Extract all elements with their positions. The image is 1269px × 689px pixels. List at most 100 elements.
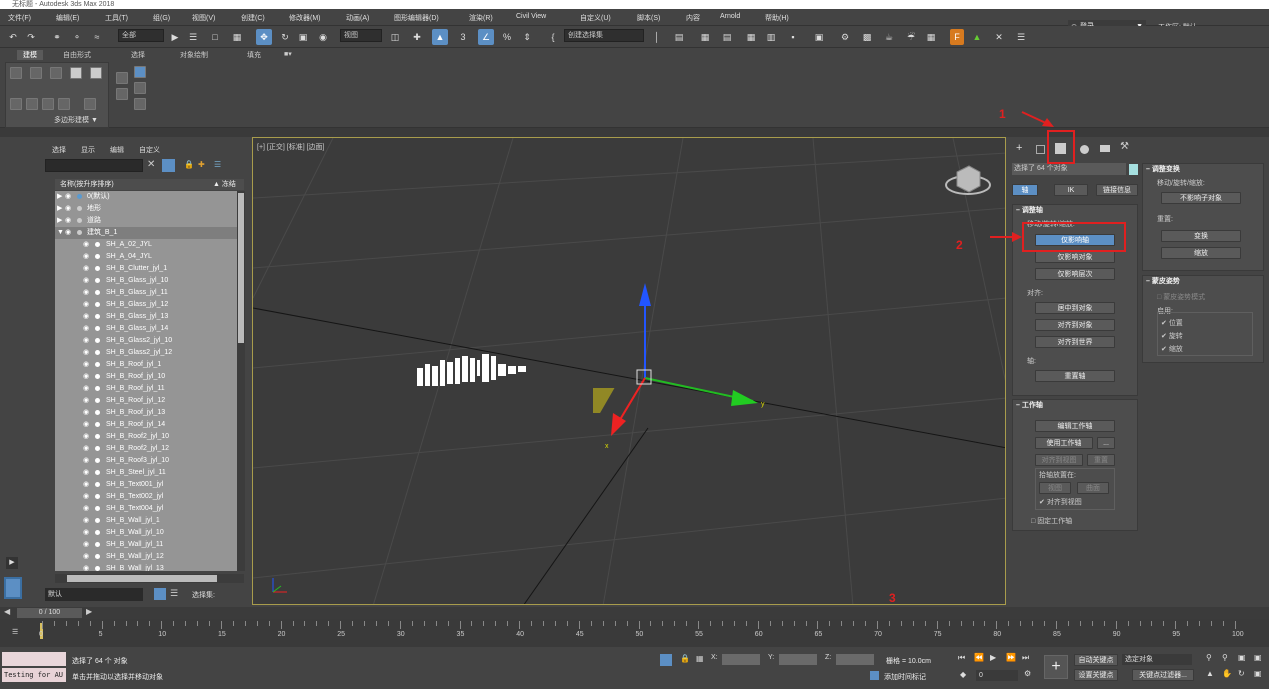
affect-object-only-button[interactable]: 仅影响对象 bbox=[1035, 251, 1115, 263]
use-working-pivot-button[interactable]: 使用工作轴 bbox=[1035, 437, 1093, 449]
eye-icon[interactable]: ◉ bbox=[65, 203, 71, 215]
current-frame-field[interactable]: 0 bbox=[976, 670, 1018, 681]
menu-tools[interactable]: 工具(T) bbox=[105, 13, 128, 23]
layer-stack-icon[interactable]: ☰ bbox=[214, 160, 221, 169]
explorer-object-row[interactable]: ◉ SH_B_Glass_jyl_12 bbox=[55, 299, 238, 311]
expand-arrow-icon[interactable]: ▶ bbox=[57, 215, 62, 227]
eye-icon[interactable]: ◉ bbox=[83, 299, 89, 311]
absolute-mode-icon[interactable]: ▦ bbox=[696, 654, 704, 663]
eye-icon[interactable]: ◉ bbox=[83, 275, 89, 287]
align-icon[interactable]: ▤ bbox=[672, 29, 686, 45]
menu-file[interactable]: 文件(F) bbox=[8, 13, 31, 23]
maxscript-mini-listener[interactable]: Testing for AU bbox=[2, 668, 66, 682]
eye-icon[interactable]: ◉ bbox=[83, 431, 89, 443]
rendered-frame-icon[interactable]: ▩ bbox=[860, 29, 874, 45]
polygon-mode-icon[interactable] bbox=[70, 67, 82, 79]
explorer-object-row[interactable]: ◉ SH_B_Roof_jyl_14 bbox=[55, 419, 238, 431]
selection-info-field[interactable]: 选择了 64 个对象 bbox=[1012, 163, 1126, 175]
window-crossing-icon[interactable]: ▦ bbox=[230, 29, 244, 45]
working-pivot-title[interactable]: – 工作轴 bbox=[1016, 400, 1043, 410]
ribbon-tab-object-paint[interactable]: 对象绘制 bbox=[180, 50, 208, 60]
eye-icon[interactable]: ◉ bbox=[65, 191, 71, 203]
explorer-object-row[interactable]: ◉ SH_B_Glass_jyl_11 bbox=[55, 287, 238, 299]
eye-icon[interactable]: ◉ bbox=[83, 347, 89, 359]
motion-tab-icon[interactable] bbox=[1080, 145, 1089, 154]
eye-icon[interactable]: ◉ bbox=[83, 563, 89, 571]
skin-pose-position-checkbox[interactable]: ✔ 位置 bbox=[1161, 318, 1183, 328]
viewcube[interactable] bbox=[943, 158, 993, 203]
menu-customize[interactable]: 自定义(U) bbox=[580, 13, 611, 23]
reset-pivot-button[interactable]: 重置轴 bbox=[1035, 370, 1115, 382]
menu-scripting[interactable]: 脚本(S) bbox=[637, 13, 660, 23]
eye-icon[interactable]: ◉ bbox=[65, 215, 71, 227]
eye-icon[interactable]: ◉ bbox=[83, 383, 89, 395]
viewport-layout-icon[interactable] bbox=[4, 577, 22, 599]
explorer-object-row[interactable]: ◉ SH_B_Roof_jyl_13 bbox=[55, 407, 238, 419]
reset-scale-button[interactable]: 缩放 bbox=[1161, 247, 1241, 259]
explorer-object-row[interactable]: ◉ SH_B_Wall_jyl_1 bbox=[55, 515, 238, 527]
eye-icon[interactable]: ◉ bbox=[83, 491, 89, 503]
explorer-object-row[interactable]: ◉ SH_B_Wall_jyl_11 bbox=[55, 539, 238, 551]
explorer-scrollbar-horizontal[interactable] bbox=[55, 574, 244, 583]
material-editor-icon[interactable]: ▣ bbox=[812, 29, 826, 45]
select-move-icon[interactable]: ✥ bbox=[256, 29, 272, 45]
time-slider[interactable]: 0 / 100 bbox=[17, 608, 82, 618]
eye-icon[interactable]: ◉ bbox=[83, 503, 89, 515]
fov-icon[interactable]: ▲ bbox=[1206, 669, 1214, 678]
key-filters-button[interactable]: 关键点过滤器... bbox=[1132, 669, 1194, 681]
eye-icon[interactable]: ◉ bbox=[83, 515, 89, 527]
explorer-object-row[interactable]: ◉ SH_B_Glass_jyl_13 bbox=[55, 311, 238, 323]
ribbon-side-4-icon[interactable] bbox=[134, 82, 146, 94]
ribbon-side-5-icon[interactable] bbox=[134, 98, 146, 110]
tab-ik[interactable]: IK bbox=[1054, 184, 1088, 196]
explorer-object-row[interactable]: ◉ SH_B_Roof_jyl_11 bbox=[55, 383, 238, 395]
layer-explorer-icon[interactable]: ▤ bbox=[720, 29, 734, 45]
display-tab-icon[interactable] bbox=[1100, 145, 1110, 152]
explorer-object-row[interactable]: ◉ SH_A_02_JYL bbox=[55, 239, 238, 251]
menu-arnold[interactable]: Arnold bbox=[720, 13, 740, 20]
eye-icon[interactable]: ◉ bbox=[83, 287, 89, 299]
menu-animation[interactable]: 动画(A) bbox=[346, 13, 369, 23]
expand-arrow-icon[interactable]: ▼ bbox=[57, 227, 64, 239]
scroll-thumb-horizontal[interactable] bbox=[67, 575, 217, 582]
ribbon-tool-1-icon[interactable] bbox=[10, 98, 22, 110]
eye-icon[interactable]: ◉ bbox=[83, 311, 89, 323]
explorer-object-row[interactable]: ◉ SH_B_Roof2_jyl_10 bbox=[55, 431, 238, 443]
skin-pose-scale-checkbox[interactable]: ✔ 缩放 bbox=[1161, 344, 1183, 354]
expand-arrow-icon[interactable]: ▶ bbox=[57, 203, 62, 215]
explorer-object-row[interactable]: ◉ SH_B_Glass_jyl_14 bbox=[55, 323, 238, 335]
named-selection-sets-dropdown[interactable]: 创建选择集 bbox=[564, 29, 644, 42]
play-expand-icon[interactable]: ▶ bbox=[6, 557, 18, 569]
explorer-scrollbar-vertical[interactable] bbox=[237, 191, 245, 571]
place-surface-button[interactable]: 曲面 bbox=[1077, 482, 1109, 494]
notes-icon[interactable]: ☰ bbox=[1014, 29, 1028, 45]
lock-icon[interactable]: 🔒 bbox=[184, 160, 194, 169]
explorer-object-row[interactable]: ◉ SH_B_Wall_jyl_13 bbox=[55, 563, 238, 571]
zoom-extents-all-icon[interactable]: ▣ bbox=[1254, 653, 1262, 662]
explorer-object-row[interactable]: ◉ SH_B_Roof2_jyl_12 bbox=[55, 443, 238, 455]
schematic-view-icon[interactable]: ▪ bbox=[786, 29, 800, 45]
fp-plugin-icon[interactable]: F bbox=[950, 29, 964, 45]
explorer-object-row[interactable]: ◉ SH_B_Steel_jyl_11 bbox=[55, 467, 238, 479]
place-view-button[interactable]: 视图 bbox=[1039, 482, 1071, 494]
curve-editor-icon[interactable]: ▥ bbox=[764, 29, 778, 45]
explorer-tab-edit[interactable]: 编辑 bbox=[110, 145, 124, 155]
eye-icon[interactable]: ◉ bbox=[83, 479, 89, 491]
unlink-icon[interactable]: ⚬ bbox=[70, 29, 84, 45]
ribbon-tab-modeling[interactable]: 建模 bbox=[17, 50, 43, 60]
time-prev-icon[interactable]: ◀ bbox=[4, 607, 10, 616]
explorer-layer-row[interactable]: ▼ ◉ 建筑_B_1 bbox=[55, 227, 238, 239]
percent-snap-icon[interactable]: % bbox=[500, 29, 514, 45]
explorer-object-row[interactable]: ◉ SH_B_Roof3_jyl_10 bbox=[55, 455, 238, 467]
select-object-icon[interactable]: ▶ bbox=[168, 29, 182, 45]
scene-explorer-icon[interactable]: ▦ bbox=[698, 29, 712, 45]
ribbon-tool-5-icon[interactable] bbox=[84, 98, 96, 110]
working-pivot-options-button[interactable]: ... bbox=[1097, 437, 1115, 449]
play-icon[interactable]: ▶ bbox=[990, 653, 996, 662]
filter-icon[interactable] bbox=[162, 159, 175, 172]
skin-pose-title[interactable]: – 蒙皮姿势 bbox=[1146, 276, 1180, 286]
time-config-icon[interactable]: ⚙ bbox=[1024, 669, 1031, 678]
expand-arrow-icon[interactable]: ▶ bbox=[57, 191, 62, 203]
menu-civil-view[interactable]: Civil View bbox=[516, 13, 546, 20]
utilities-tab-icon[interactable]: ⚒ bbox=[1120, 141, 1129, 152]
